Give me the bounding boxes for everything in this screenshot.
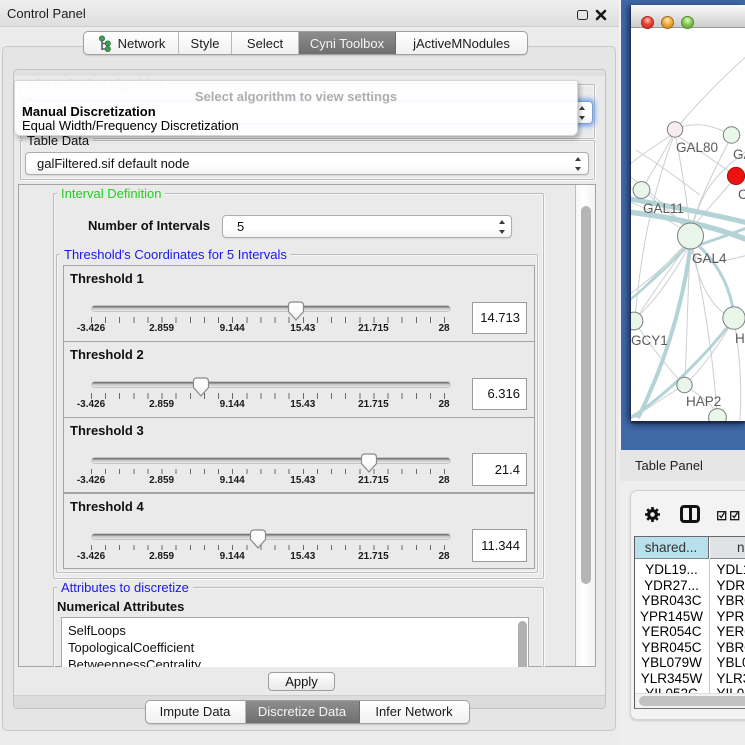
svg-text:GCY1: GCY1 xyxy=(631,333,668,348)
svg-text:GAL4: GAL4 xyxy=(692,251,727,266)
svg-text:HAP4: HAP4 xyxy=(735,331,745,346)
svg-text:GAL80: GAL80 xyxy=(676,140,718,155)
svg-text:HAP2: HAP2 xyxy=(686,394,721,409)
svg-text:GAL11: GAL11 xyxy=(643,201,684,216)
svg-text:CYC8: CYC8 xyxy=(738,187,745,202)
svg-text:GAL2: GAL2 xyxy=(733,147,745,162)
